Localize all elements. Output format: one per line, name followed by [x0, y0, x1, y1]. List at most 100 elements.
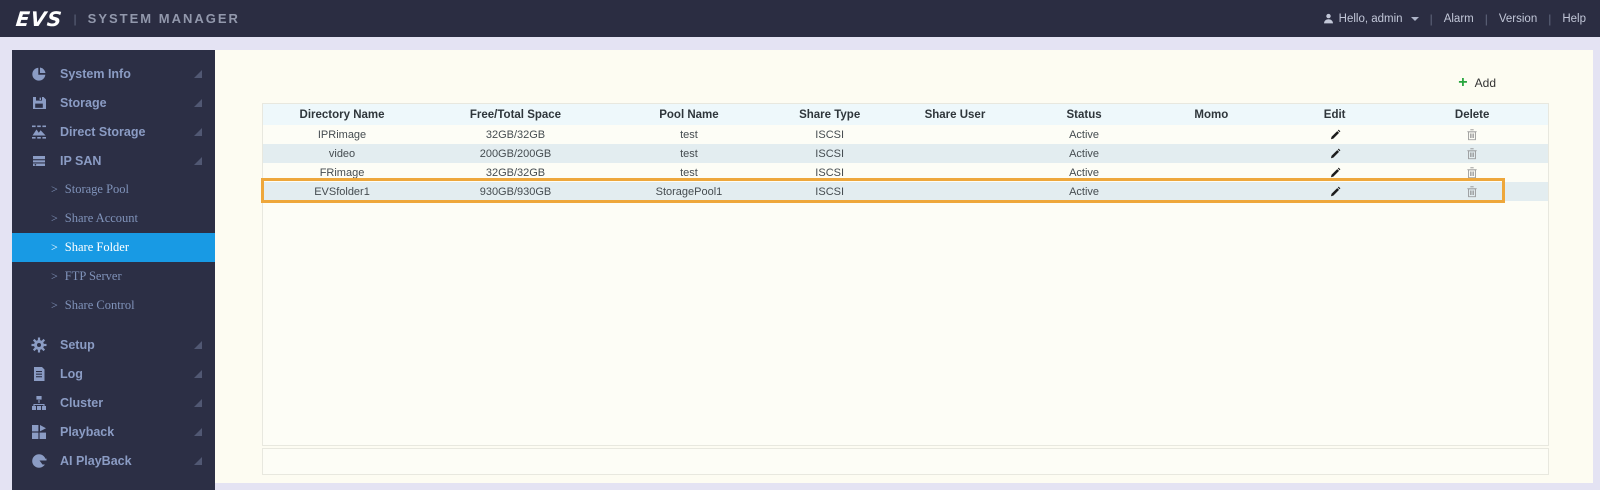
column-header-status: Status	[1066, 108, 1102, 121]
column-header-share-type: Share Type	[799, 108, 861, 121]
cell-edit	[1273, 163, 1396, 182]
cell-delete	[1396, 182, 1548, 201]
sidebar-item-label: Playback	[60, 424, 115, 439]
add-button[interactable]: + Add	[1458, 74, 1496, 91]
cell-directory-name: video	[328, 147, 356, 160]
chevron-down-icon	[1410, 16, 1419, 21]
sidebar-subitem-label: Share Folder	[64, 240, 130, 254]
content-panel: + Add Directory Name Free/Total Space Pool…	[215, 50, 1593, 483]
left-gutter	[0, 37, 12, 490]
topbar-divider: |	[1484, 11, 1488, 26]
pencil-icon[interactable]	[1329, 129, 1341, 141]
collapse-triangle-icon	[194, 127, 202, 136]
collapse-triangle-icon	[194, 398, 202, 407]
cell-status: Active	[1069, 185, 1100, 198]
column-header-delete: Delete	[1454, 108, 1490, 121]
sidebar-subitem-label: Share Control	[64, 298, 135, 312]
trash-icon[interactable]	[1466, 147, 1478, 160]
add-button-label: Add	[1474, 76, 1496, 90]
sidebar-item-log[interactable]: Log	[12, 359, 215, 388]
column-header-momo: Momo	[1194, 108, 1229, 121]
version-link[interactable]: Version	[1499, 13, 1537, 25]
sidebar-subitem-label: Share Account	[64, 211, 139, 225]
help-link[interactable]: Help	[1562, 13, 1586, 25]
sidebar-subitem-storage-pool[interactable]: > Storage Pool	[12, 175, 215, 204]
column-header-share-user: Share User	[924, 108, 986, 121]
user-label: Hello, admin	[1338, 12, 1403, 25]
column-header-directory-name: Directory Name	[299, 108, 385, 121]
sidebar-subitem-ftp-server[interactable]: > FTP Server	[12, 262, 215, 291]
cell-edit	[1273, 144, 1396, 163]
chevron-right-icon: >	[51, 298, 58, 312]
collapse-triangle-icon	[194, 69, 202, 78]
gear-icon	[31, 337, 47, 353]
server-icon	[31, 153, 47, 169]
cell-status: Active	[1069, 166, 1100, 179]
trash-icon[interactable]	[1466, 166, 1478, 179]
cell-directory-name: IPRimage	[317, 128, 367, 141]
sidebar-subitem-share-account[interactable]: > Share Account	[12, 204, 215, 233]
trash-icon[interactable]	[1466, 185, 1478, 198]
cell-edit	[1273, 125, 1396, 144]
column-header-pool-name: Pool Name	[659, 108, 719, 121]
sidebar-item-cluster[interactable]: Cluster	[12, 388, 215, 417]
playback-icon	[31, 424, 47, 440]
cell-edit	[1273, 182, 1396, 201]
cell-free-total: 32GB/32GB	[485, 166, 546, 179]
collapse-triangle-icon	[194, 456, 202, 465]
trash-icon[interactable]	[1466, 128, 1478, 141]
column-header-free-total-space: Free/Total Space	[469, 108, 562, 121]
sidebar-item-direct-storage[interactable]: Direct Storage	[12, 117, 215, 146]
cell-directory-name: EVSfolder1	[314, 185, 370, 198]
cell-momo	[1150, 182, 1273, 201]
cell-momo	[1150, 144, 1273, 163]
sidebar-item-storage[interactable]: Storage	[12, 88, 215, 117]
cell-pool: test	[680, 128, 698, 141]
sidebar-item-label: Setup	[60, 337, 95, 352]
pencil-icon[interactable]	[1329, 186, 1341, 198]
sidebar-item-label: Cluster	[60, 395, 104, 410]
pencil-icon[interactable]	[1329, 167, 1341, 179]
sidebar-item-ip-san[interactable]: IP SAN	[12, 146, 215, 175]
chevron-right-icon: >	[51, 269, 58, 283]
cell-share-type: ISCSI	[815, 185, 845, 198]
cell-delete	[1396, 125, 1548, 144]
plus-icon: +	[1458, 74, 1468, 91]
pie-chart-icon	[31, 66, 47, 82]
cell-share-user	[891, 163, 1018, 182]
user-menu[interactable]: Hello, admin	[1323, 13, 1419, 25]
sidebar-subitem-share-control[interactable]: > Share Control	[12, 291, 215, 320]
cell-share-type: ISCSI	[815, 128, 845, 141]
cell-free-total: 930GB/930GB	[479, 185, 552, 198]
app-title: SYSTEM MANAGER	[87, 11, 240, 26]
direct-storage-icon	[31, 124, 47, 140]
sidebar-item-label: IP SAN	[60, 153, 102, 168]
cell-share-user	[891, 125, 1018, 144]
sidebar-item-label: AI PlayBack	[60, 453, 132, 468]
sidebar-subitem-share-folder[interactable]: > Share Folder	[12, 233, 215, 262]
cell-share-user	[891, 144, 1018, 163]
sidebar-item-system-info[interactable]: System Info	[12, 59, 215, 88]
share-folder-table: Directory Name Free/Total Space Pool Name S…	[261, 103, 1549, 446]
topbar-divider: |	[1548, 11, 1552, 26]
table-row[interactable]: video 200GB/200GB test ISCSI Active	[263, 144, 1548, 163]
cell-status: Active	[1069, 128, 1100, 141]
floppy-icon	[31, 95, 47, 111]
table-row[interactable]: FRimage 32GB/32GB test ISCSI Active	[263, 163, 1548, 182]
collapse-triangle-icon	[194, 156, 202, 165]
table-header-row: Directory Name Free/Total Space Pool Name S…	[263, 104, 1548, 125]
sidebar-item-setup[interactable]: Setup	[12, 330, 215, 359]
sidebar-item-ai-playback[interactable]: AI PlayBack	[12, 446, 215, 475]
sidebar-subitem-label: Storage Pool	[64, 182, 130, 196]
sidebar-item-playback[interactable]: Playback	[12, 417, 215, 446]
cell-directory-name: FRimage	[319, 166, 365, 179]
collapse-triangle-icon	[194, 427, 202, 436]
topbar-divider: |	[1429, 11, 1433, 26]
cell-pool: test	[680, 147, 698, 160]
ai-playback-icon	[31, 453, 47, 469]
pencil-icon[interactable]	[1329, 148, 1341, 160]
table-row[interactable]: IPRimage 32GB/32GB test ISCSI Active	[263, 125, 1548, 144]
table-row-highlighted[interactable]: EVSfolder1 930GB/930GB StoragePool1 ISCSI Ac…	[263, 182, 1548, 201]
topbar-right: Hello, admin | Alarm | Version | Help	[1323, 12, 1586, 26]
alarm-link[interactable]: Alarm	[1444, 13, 1474, 25]
